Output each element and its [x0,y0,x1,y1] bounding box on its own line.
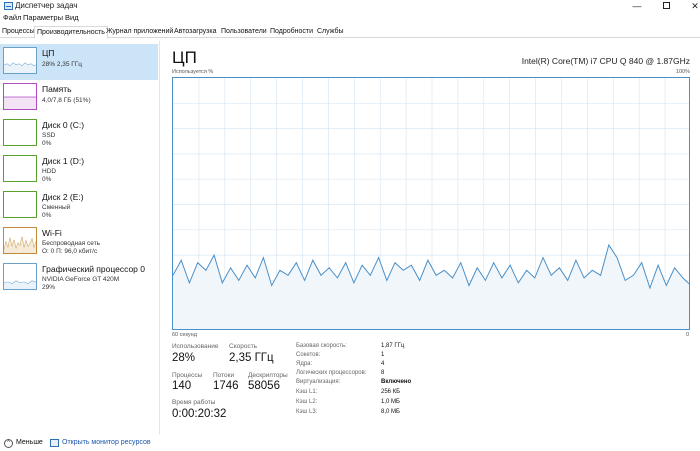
task-manager-icon [4,2,13,10]
sidebar-item-disk2[interactable]: Диск 2 (E:) Сменный 0% [0,188,158,224]
handles-label: Дескрипторы [248,372,288,379]
spec-value: 1,0 МБ [381,399,400,405]
spec-label: Виртуализация: [296,379,341,385]
maximize-icon [662,2,670,9]
minimize-button[interactable]: — [622,0,652,12]
sidebar-detail: 28% 2,35 ГГц [42,61,83,68]
tab-performance[interactable]: Производительность [34,26,108,39]
wifi-mini-graph [3,227,37,254]
spec-value: 8 [381,370,385,376]
menu-view[interactable]: Вид [65,13,79,22]
tab-app-history[interactable]: Журнал приложений [104,26,175,38]
cpu-usage-graph [172,77,690,330]
disk2-mini-graph [3,191,37,218]
open-resource-monitor-link[interactable]: Открыть монитор ресурсов [62,439,151,446]
spec-value: 4 [381,361,385,367]
graph-x-right-label: 0 [685,332,689,338]
sidebar-label: Wi-Fi [42,228,62,238]
handles-value: 58056 [248,380,280,392]
title-bar: Диспетчер задач — ✕ [0,0,700,12]
spec-label: Ядра: [296,361,313,367]
graph-y-label: Используется % [172,69,214,75]
threads-label: Потоки [213,372,235,379]
sidebar-detail: SSD [42,132,56,139]
cpu-model-name: Intel(R) Core(TM) i7 CPU Q 840 @ 1.87GHz [521,56,690,66]
disk1-mini-graph [3,155,37,182]
sidebar-label: Графический процессор 0 [42,264,146,274]
tab-bar: Процессы Производительность Журнал прило… [0,26,700,39]
sidebar-label: Диск 1 (D:) [42,156,85,166]
gpu-mini-graph [3,263,37,290]
spec-label: Логических процессоров: [296,370,367,376]
usage-label: Использование [172,343,219,350]
chevron-up-icon[interactable]: ^ [4,439,13,448]
window-title: Диспетчер задач [15,1,78,10]
spec-label: Кэш L3: [296,409,318,415]
tab-details[interactable]: Подробности [268,26,315,38]
spec-label: Базовая скорость: [296,343,347,349]
spec-value: 1 [381,352,385,358]
usage-value: 28% [172,352,196,364]
sidebar-detail: Сменный [42,204,71,211]
maximize-button[interactable] [651,0,681,12]
graph-x-left-label: 60 секунд [172,332,197,338]
spec-value: 256 КБ [381,389,401,395]
speed-label: Скорость [229,343,258,350]
spec-value: Включено [381,379,412,385]
memory-mini-graph [3,83,37,110]
tab-startup[interactable]: Автозагрузка [172,26,218,38]
sidebar-detail: 4,0/7,8 ГБ (51%) [42,97,91,104]
processes-value: 140 [172,380,192,392]
uptime-label: Время работы [172,399,216,406]
sidebar-detail: 0% [42,140,52,147]
footer-bar: ^ Меньше Открыть монитор ресурсов [0,436,700,451]
spec-value: 1,87 ГГц [381,343,405,349]
sidebar-detail: 29% [42,284,56,291]
tab-services[interactable]: Службы [315,26,346,38]
sidebar-detail: 0% [42,212,52,219]
graph-y-max-label: 100% [675,69,690,75]
threads-value: 1746 [213,380,239,392]
cpu-usage-chart [173,78,689,329]
sidebar-item-cpu[interactable]: ЦП 28% 2,35 ГГц [0,44,158,80]
sidebar-detail: 0% [42,176,52,183]
spec-label: Кэш L2: [296,399,318,405]
tab-processes[interactable]: Процессы [0,26,37,38]
sidebar-item-wifi[interactable]: Wi-Fi Беспроводная сеть О: 0 П: 96,0 кби… [0,224,158,260]
sidebar-item-memory[interactable]: Память 4,0/7,8 ГБ (51%) [0,80,158,116]
sidebar-label: ЦП [42,48,55,58]
spec-label: Сокетов: [296,352,321,358]
sidebar-item-gpu[interactable]: Графический процессор 0 NVIDIA GeForce G… [0,260,158,296]
menu-options[interactable]: Параметры [23,13,63,22]
resource-monitor-icon [50,439,59,447]
task-manager-window: Диспетчер задач — ✕ Файл Параметры Вид П… [0,0,700,451]
sidebar-item-disk1[interactable]: Диск 1 (D:) HDD 0% [0,152,158,188]
uptime-value: 0:00:20:32 [172,408,227,420]
sidebar-detail: Беспроводная сеть [42,240,101,247]
spec-value: 8,0 МБ [381,409,400,415]
spec-label: Кэш L1: [296,389,318,395]
sidebar-label: Диск 0 (C:) [42,120,85,130]
sidebar-label: Память [42,84,72,94]
sidebar-label: Диск 2 (E:) [42,192,84,202]
menu-file[interactable]: Файл [3,13,21,22]
sidebar-detail: HDD [42,168,57,175]
close-button[interactable]: ✕ [680,0,700,12]
fewer-details-button[interactable]: Меньше [16,439,43,446]
processes-label: Процессы [172,372,203,379]
sidebar-detail: О: 0 П: 96,0 кбит/с [42,248,98,255]
speed-value: 2,35 ГГц [229,352,274,364]
resource-sidebar: ЦП 28% 2,35 ГГц Память 4,0/7,8 ГБ (51%) … [0,41,160,434]
tab-users[interactable]: Пользователи [219,26,269,38]
sidebar-item-disk0[interactable]: Диск 0 (C:) SSD 0% [0,116,158,152]
sidebar-detail: NVIDIA GeForce GT 420M [42,276,120,283]
disk0-mini-graph [3,119,37,146]
cpu-mini-graph [3,47,37,74]
page-title: ЦП [172,48,197,67]
